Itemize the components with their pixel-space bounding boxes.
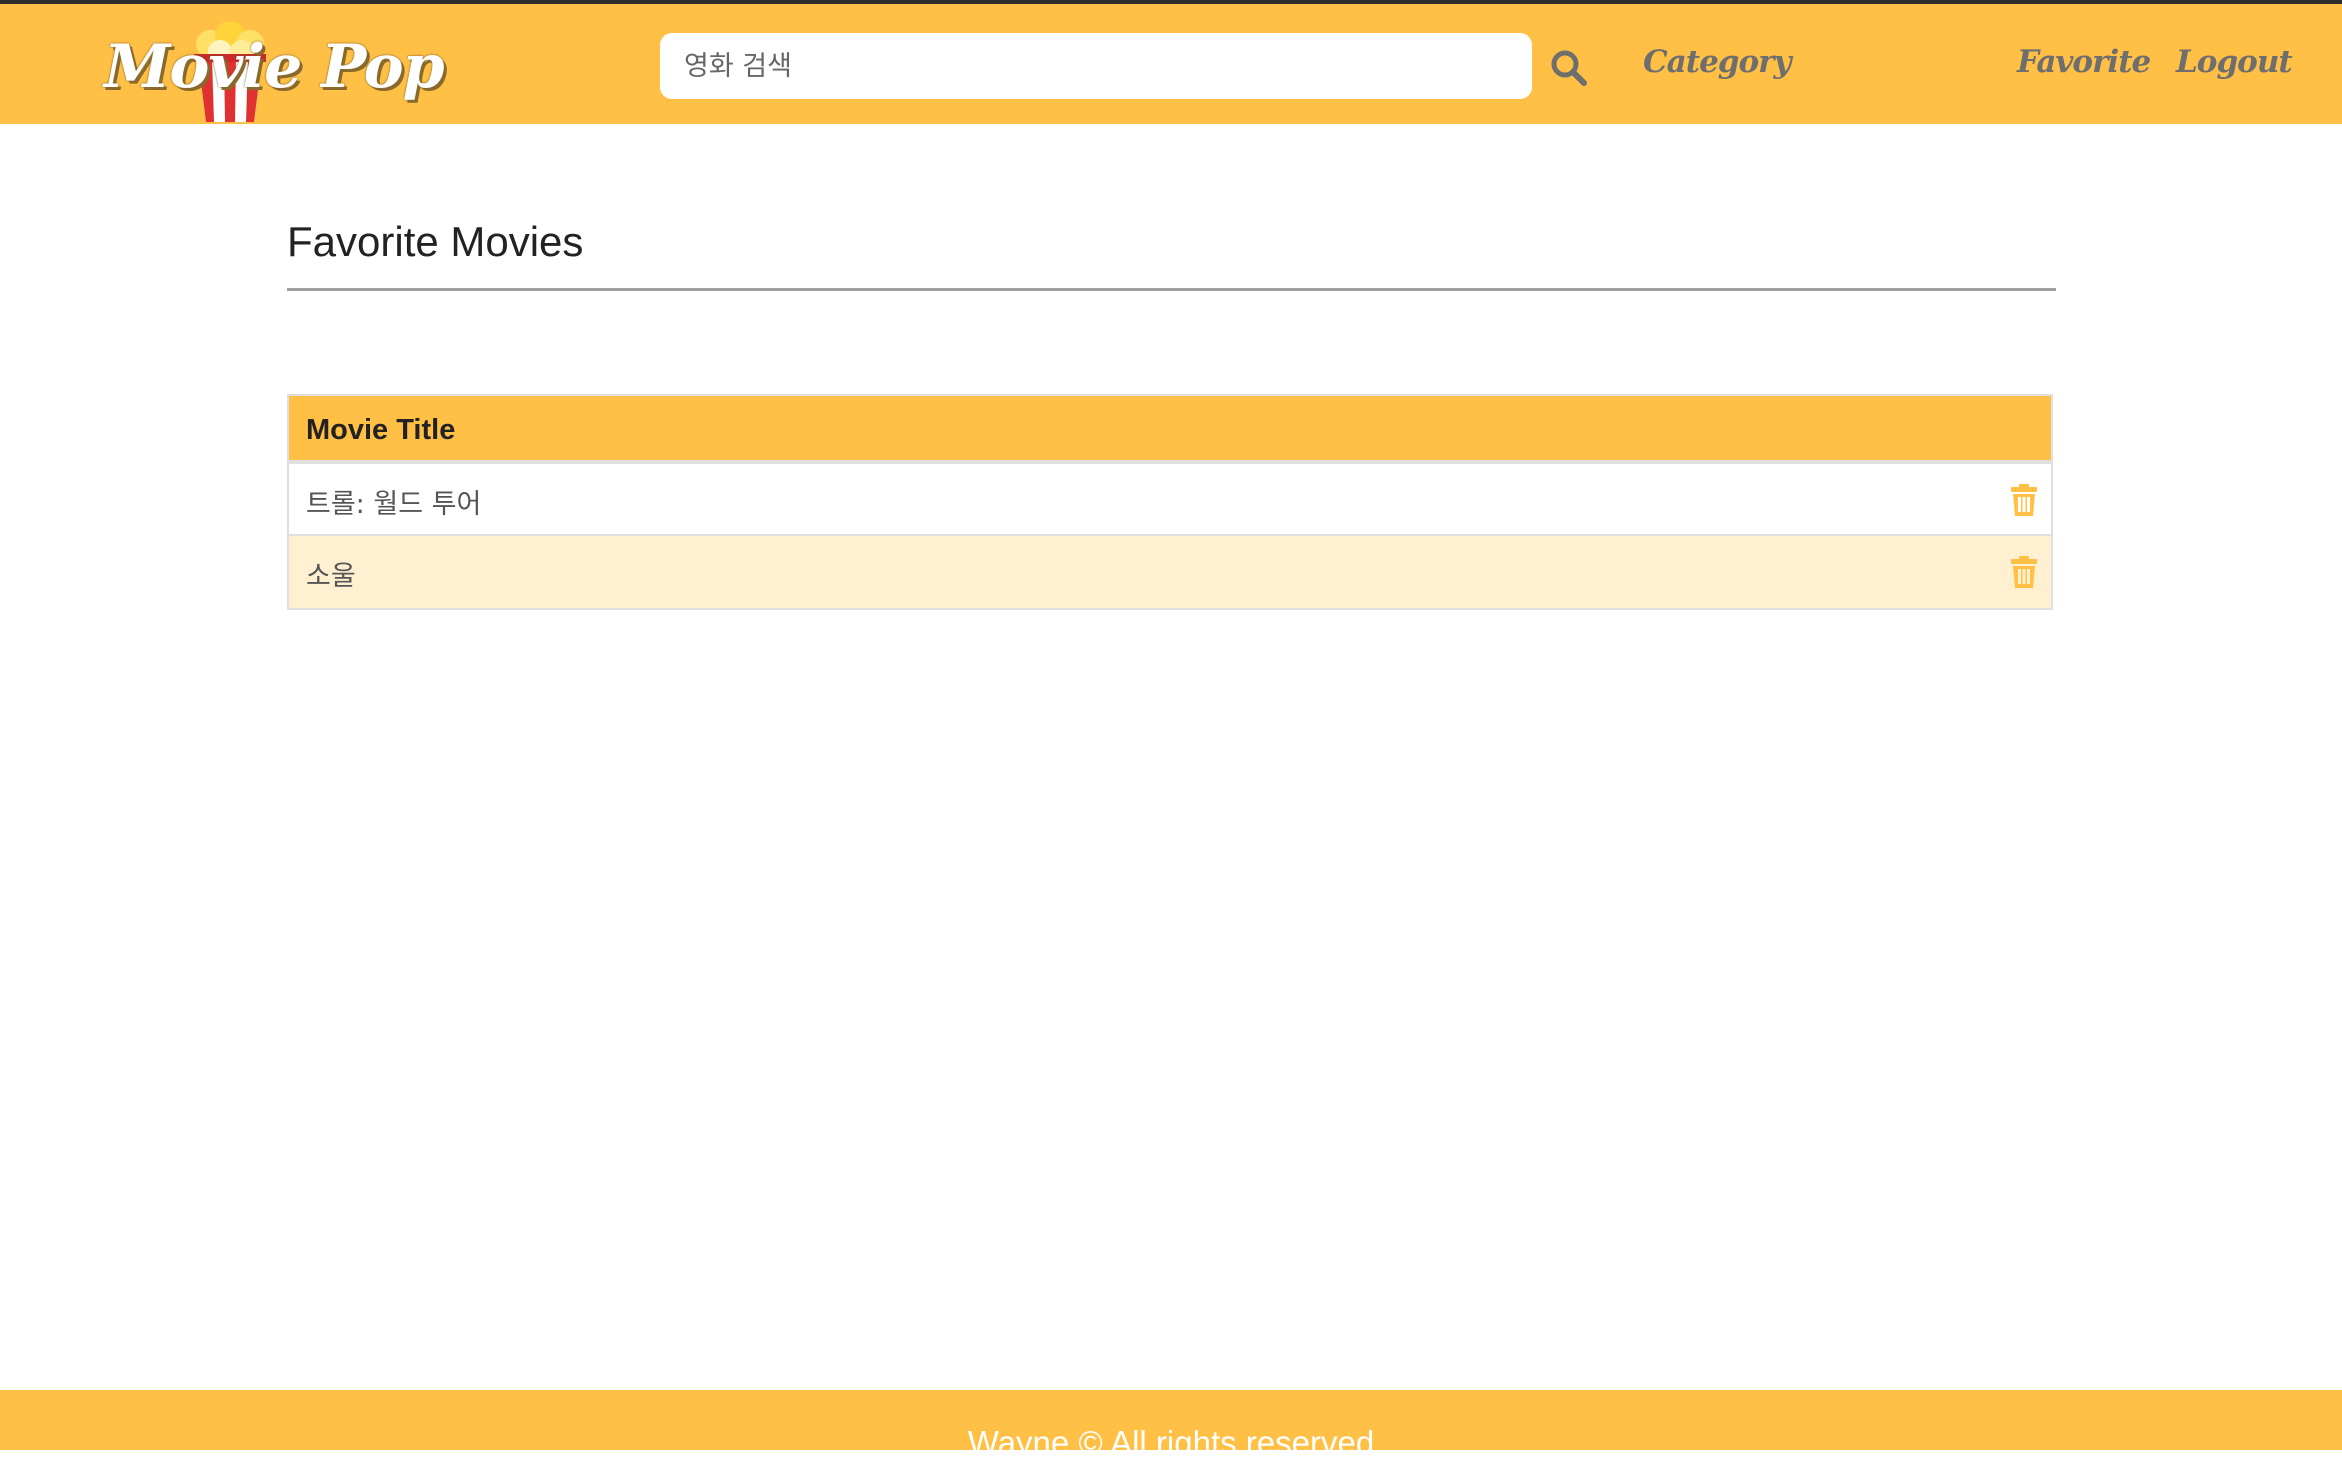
movie-title: 소울 [306, 561, 356, 592]
table-row[interactable]: 소울 [289, 536, 2051, 608]
navbar: Movie Pop Category Favorite Logout [0, 4, 2342, 124]
table-row[interactable]: 트롤: 월드 투어 [289, 464, 2051, 536]
search-input[interactable] [660, 33, 1532, 99]
column-header-movie-title: Movie Title [306, 414, 456, 446]
trash-icon[interactable] [2011, 484, 2037, 516]
logo[interactable]: Movie Pop [100, 12, 445, 122]
search-icon[interactable] [1549, 48, 1589, 88]
nav-logout-link[interactable]: Logout [2176, 44, 2293, 80]
title-divider [287, 288, 2056, 291]
footer-copyright: Wayne © All rights reserved [967, 1424, 1375, 1461]
nav-favorite-link[interactable]: Favorite [2017, 44, 2151, 80]
table-header: Movie Title [289, 396, 2051, 464]
search-box [660, 33, 1532, 99]
trash-icon[interactable] [2011, 556, 2037, 588]
logo-text: Movie Pop [104, 32, 445, 102]
movie-title: 트롤: 월드 투어 [306, 489, 482, 520]
page-title: Favorite Movies [287, 218, 584, 265]
nav-category-link[interactable]: Category [1643, 44, 1791, 80]
footer: Wayne © All rights reserved [0, 1390, 2342, 1461]
favorite-movies-table: Movie Title 트롤: 월드 투어 소울 [287, 394, 2053, 610]
